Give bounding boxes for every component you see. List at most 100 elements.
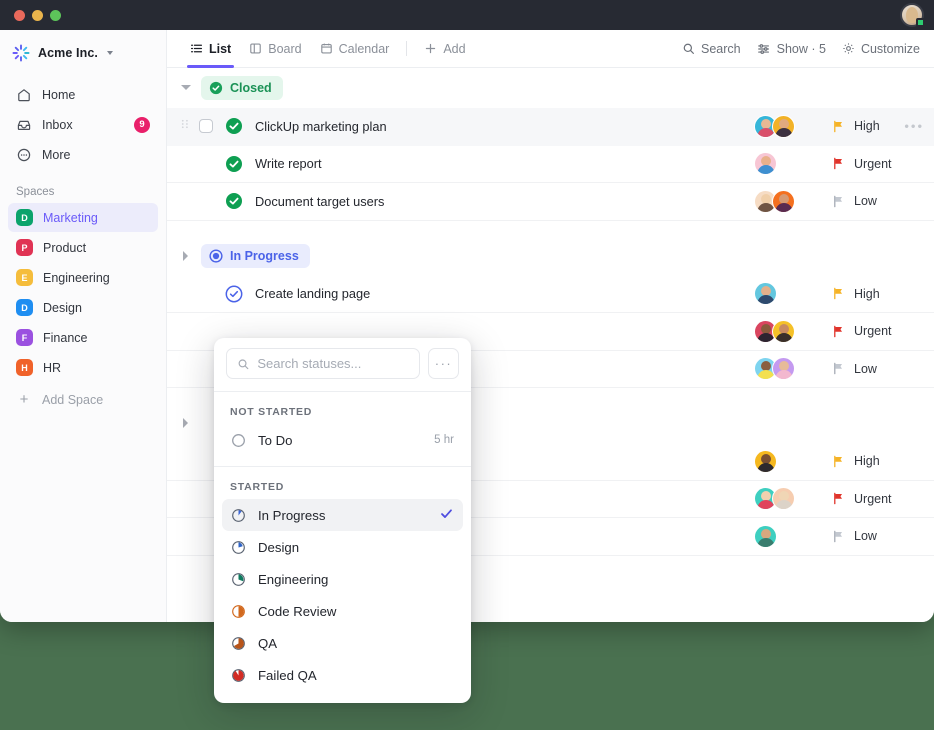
status-option-engineering[interactable]: Engineering [222,563,463,595]
avatar [772,487,795,511]
assignee-avatars[interactable] [744,189,814,213]
customize-label: Customize [860,41,920,56]
priority-cell[interactable]: High [814,454,924,468]
task-status-icon[interactable] [225,117,243,135]
flag-icon [834,120,843,133]
add-view-label: Add [443,41,466,56]
plus-icon [426,43,436,54]
space-icon-product: P [16,239,33,256]
window-minimize-button[interactable] [32,9,43,21]
spaces-list: D Marketing P Product E Engineering D De… [0,203,166,415]
status-option-time: 5 hr [434,434,454,446]
priority-cell[interactable]: Urgent [814,324,924,338]
search-icon [683,43,694,54]
window-close-button[interactable] [14,9,25,21]
flag-icon [834,287,843,300]
status-more-button[interactable]: ··· [428,348,459,379]
priority-cell[interactable]: Low [814,362,924,376]
priority-label: Urgent [854,491,892,506]
sidebar-space-engineering[interactable]: E Engineering [8,263,158,292]
plus-icon: + [19,391,29,408]
sidebar-item-home[interactable]: Home [8,80,158,110]
status-option-code-review[interactable]: Code Review [222,595,463,627]
space-icon-design: D [16,299,33,316]
sidebar-space-marketing[interactable]: D Marketing [8,203,158,232]
status-option-design[interactable]: Design [222,531,463,563]
status-group-label-started: STARTED [230,481,285,493]
status-dropdown[interactable]: ··· NOT STARTED To Do 5 hr STARTED In Pr… [214,338,471,703]
row-meta: High [744,282,934,306]
flag-icon [834,455,843,468]
priority-cell[interactable]: Urgent [814,157,924,171]
priority-cell[interactable]: Low [814,194,924,208]
assignee-avatars[interactable] [744,282,814,306]
assignee-avatars[interactable] [744,319,814,343]
avatar [754,449,777,473]
assignee-avatars[interactable] [744,357,814,381]
table-row[interactable]: Write report Urgent [167,146,934,183]
status-option-qa[interactable]: QA [222,627,463,659]
window-maximize-button[interactable] [50,9,61,21]
assignee-avatars[interactable] [744,152,814,176]
tab-board[interactable]: Board [240,30,310,68]
space-label-marketing: Marketing [43,210,98,225]
task-status-icon[interactable] [225,285,243,303]
home-icon [16,87,32,103]
status-search-row: ··· [214,348,471,389]
search-label: Search [701,41,741,56]
row-meta: Urgent [744,152,934,176]
flag-icon [834,362,843,375]
status-search-box[interactable] [226,348,420,379]
tab-list[interactable]: List [181,30,240,68]
tab-calendar[interactable]: Calendar [311,30,399,68]
show-label: Show · 5 [776,41,826,56]
search-button[interactable]: Search [682,42,741,56]
sidebar-space-hr[interactable]: H HR [8,353,158,382]
check-icon [439,506,454,524]
add-space-button[interactable]: + Add Space [8,385,158,415]
status-option-in-progress[interactable]: In Progress [222,499,463,531]
sidebar-item-more[interactable]: More [8,140,158,170]
group-status-chip-in-progress[interactable]: In Progress [201,243,310,268]
assignee-avatars[interactable] [744,524,814,548]
group-header-closed: Closed [167,68,934,108]
sidebar-item-inbox[interactable]: Inbox 9 [8,110,158,140]
task-title: Write report [255,156,322,172]
assignee-avatars[interactable] [744,487,814,511]
status-search-input[interactable] [257,356,409,371]
priority-cell[interactable]: High [814,287,924,301]
row-checkbox[interactable] [199,119,213,134]
check-circle-green-icon [226,118,242,135]
space-icon-finance: F [16,329,33,346]
workspace-switcher[interactable]: Acme Inc. [0,34,166,72]
table-row[interactable]: Create landing page High [167,276,934,313]
chevron-down-icon [106,51,113,55]
status-option-to-do[interactable]: To Do 5 hr [222,424,463,456]
add-view-button[interactable]: Add [415,30,474,68]
priority-label: Urgent [854,156,892,171]
table-row[interactable]: ClickUp marketing plan High ••• [167,108,934,146]
show-button[interactable]: Show · 5 [757,42,826,56]
task-status-icon[interactable] [225,192,243,210]
calendar-icon [320,43,332,54]
drag-handle-icon[interactable] [181,117,191,135]
row-more-icon[interactable]: ••• [904,119,924,134]
space-icon-hr: H [16,359,33,376]
task-status-icon[interactable] [225,155,243,173]
group-status-chip-closed[interactable]: Closed [201,76,283,100]
table-row[interactable]: Document target users Low [167,183,934,221]
status-option-failed-qa[interactable]: Failed QA [222,659,463,691]
check-circle-filled-icon [209,81,223,95]
priority-cell[interactable]: Low [814,529,924,543]
row-meta: Urgent [744,487,934,511]
customize-button[interactable]: Customize [842,42,920,56]
status-pie-icon [232,508,245,522]
priority-cell[interactable]: Urgent [814,492,924,506]
group-label-in-progress: In Progress [230,248,299,263]
sidebar-space-design[interactable]: D Design [8,293,158,322]
assignee-avatars[interactable] [744,114,814,138]
assignee-avatars[interactable] [744,449,814,473]
sidebar-space-finance[interactable]: F Finance [8,323,158,352]
clickup-starburst-icon [12,44,30,62]
sidebar-space-product[interactable]: P Product [8,233,158,262]
